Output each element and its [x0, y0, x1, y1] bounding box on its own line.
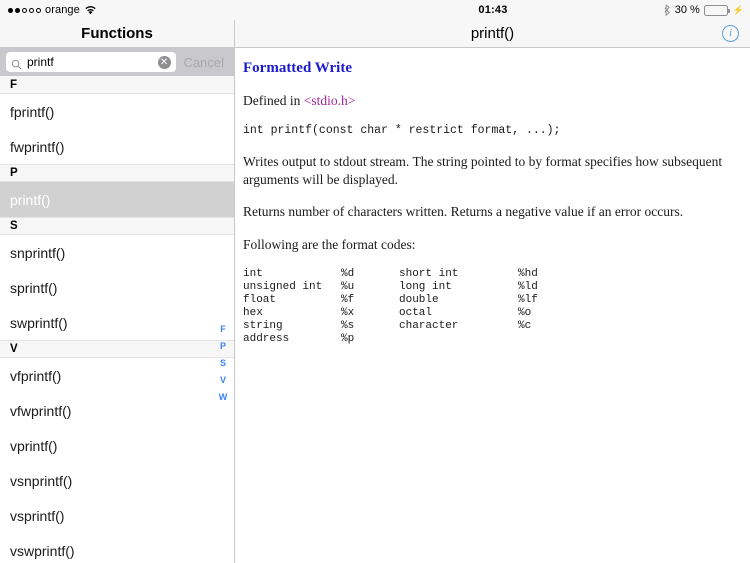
format-code-cell: %p	[341, 332, 355, 345]
list-item[interactable]: vsprintf()	[0, 498, 234, 533]
alphabet-index-bar[interactable]: FPSVW	[217, 324, 229, 402]
header-file-link[interactable]: <stdio.h>	[304, 93, 356, 108]
doc-paragraph-2: Returns number of characters written. Re…	[243, 204, 684, 220]
bluetooth-icon	[664, 4, 671, 17]
signal-dot-filled	[8, 7, 13, 13]
list-item[interactable]: vswprintf()	[0, 533, 234, 563]
detail-pane: printf() i Formatted Write Defined in <s…	[235, 20, 750, 563]
list-item[interactable]: sprintf()	[0, 270, 234, 305]
signal-dot-empty	[29, 7, 34, 13]
index-letter[interactable]: W	[219, 392, 228, 402]
battery-percent-label: 30 %	[674, 4, 700, 16]
detail-nav-bar: printf() i	[235, 20, 750, 48]
search-icon	[11, 57, 22, 69]
format-code-cell: %u	[341, 280, 355, 293]
detail-title: printf()	[470, 25, 515, 42]
format-code-cell	[518, 333, 568, 346]
format-code-cell: %x	[341, 306, 355, 319]
list-item[interactable]: vsnprintf()	[0, 463, 234, 498]
format-codes-table: int %d short int %hd unsigned int %u long int%…	[243, 268, 568, 346]
list-item[interactable]: vfprintf()	[0, 358, 234, 393]
function-signature: int printf(const char * restrict format,…	[243, 124, 561, 138]
cancel-button[interactable]: Cancel	[180, 55, 228, 70]
list-section-header: P	[0, 164, 234, 182]
carrier-label: orange	[45, 4, 80, 16]
format-type-cell: address	[243, 332, 290, 345]
doc-paragraph-3: Following are the format codes:	[243, 236, 416, 252]
status-bar-right: 30 % ⚡	[664, 0, 744, 20]
format-code-row: unsigned int %u long int %ld	[243, 281, 568, 294]
list-item[interactable]: fwprintf()	[0, 129, 234, 164]
format-type-cell	[399, 333, 518, 346]
format-type-cell: character	[399, 319, 459, 332]
documentation-body: Formatted Write Defined in <stdio.h> int…	[235, 48, 750, 563]
list-item[interactable]: snprintf()	[0, 235, 234, 270]
list-item[interactable]: swprintf()	[0, 305, 234, 340]
defined-in-prefix: Defined in	[243, 93, 304, 109]
list-item[interactable]: vprintf()	[0, 428, 234, 463]
list-section-header: V	[0, 340, 234, 358]
format-code-cell: %f	[341, 293, 355, 306]
format-code-cell: %ld	[518, 280, 538, 293]
list-item-selected[interactable]: printf()	[0, 182, 234, 217]
charging-bolt-icon: ⚡	[732, 4, 744, 15]
format-code-row: address %p	[243, 333, 568, 346]
format-type-cell: double	[399, 293, 439, 306]
format-type-cell: short int	[399, 267, 459, 280]
list-section-header: F	[0, 76, 234, 94]
search-input[interactable]: printf ✕	[6, 52, 176, 72]
clear-search-icon[interactable]: ✕	[157, 55, 171, 69]
list-section-header: S	[0, 217, 234, 235]
signal-dot-empty	[36, 7, 41, 13]
info-circle-icon[interactable]: i	[722, 25, 739, 42]
format-code-cell: %s	[341, 319, 355, 332]
list-item[interactable]: fprintf()	[0, 94, 234, 129]
defined-in-line: Defined in <stdio.h>	[243, 92, 740, 110]
format-type-cell: long int	[399, 280, 452, 293]
search-bar: printf ✕ Cancel	[0, 48, 234, 76]
format-code-cell: %o	[518, 306, 532, 319]
format-type-cell: int	[243, 267, 263, 280]
format-type-cell: unsigned int	[243, 280, 323, 293]
split-view: Functions printf ✕ Cancel Ffprintf() fwp…	[0, 20, 750, 563]
doc-heading: Formatted Write	[243, 60, 352, 76]
format-code-cell: %d	[341, 267, 355, 280]
index-letter[interactable]: P	[220, 341, 226, 351]
signal-dot-filled	[15, 7, 20, 13]
format-code-row: float %f double %lf	[243, 294, 568, 307]
master-nav-bar: Functions	[0, 20, 234, 48]
index-letter[interactable]: V	[220, 375, 226, 385]
status-bar-left: orange	[0, 4, 236, 16]
signal-dot-empty	[22, 7, 27, 13]
format-code-cell: %hd	[518, 267, 538, 280]
app-root: orange 01:43 30 % ⚡ Functions printf ✕ C…	[0, 0, 750, 563]
format-code-row: hex %x octal %o	[243, 307, 568, 320]
master-pane: Functions printf ✕ Cancel Ffprintf() fwp…	[0, 20, 235, 563]
format-code-cell: %lf	[518, 293, 538, 306]
page-title: Functions	[81, 25, 153, 42]
format-code-cell: %c	[518, 319, 532, 332]
format-type-cell: string	[243, 319, 283, 332]
format-code-row: string %s character %c	[243, 320, 568, 333]
doc-paragraph-1: Writes output to stdout stream. The stri…	[243, 153, 723, 188]
format-type-cell: octal	[399, 306, 433, 319]
signal-strength-dots	[8, 7, 41, 13]
format-type-cell: float	[243, 293, 277, 306]
battery-icon	[703, 4, 730, 16]
status-bar: orange 01:43 30 % ⚡	[0, 0, 750, 20]
wifi-icon	[84, 5, 97, 15]
search-input-value: printf	[27, 55, 54, 69]
function-list[interactable]: Ffprintf() fwprintf() Pprintf() Ssnprintf()…	[0, 76, 234, 563]
format-type-cell: hex	[243, 306, 263, 319]
index-letter[interactable]: S	[220, 358, 226, 368]
function-list-rows: Ffprintf() fwprintf() Pprintf() Ssnprintf()…	[0, 76, 234, 563]
list-item[interactable]: vfwprintf()	[0, 393, 234, 428]
format-code-row: int %d short int %hd	[243, 268, 568, 281]
index-letter[interactable]: F	[220, 324, 226, 334]
